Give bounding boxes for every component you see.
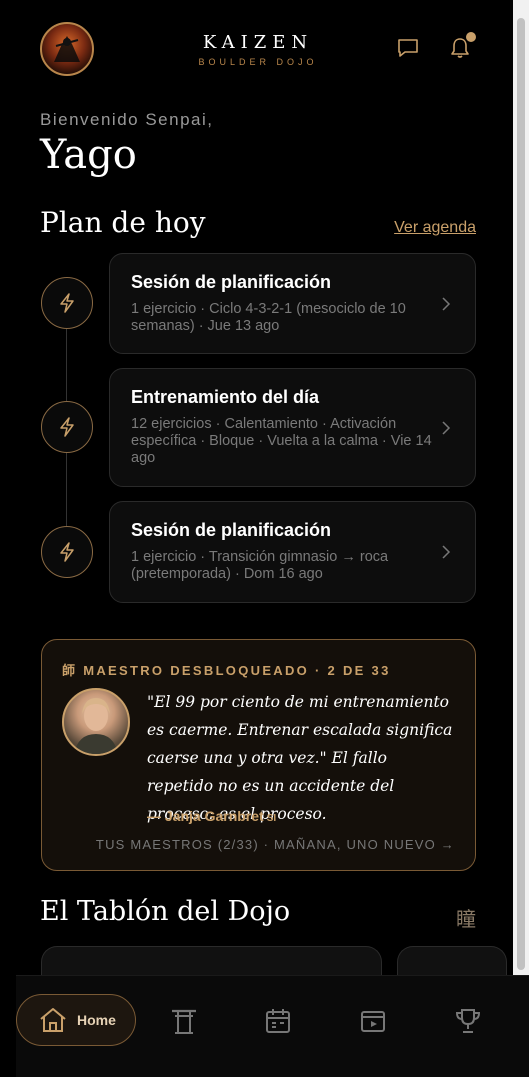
portrait-image [74,698,118,754]
board-title: El Tablón del Dojo [40,896,291,927]
nav-home-label: Home [77,1012,116,1028]
chat-button[interactable] [394,34,422,62]
master-heading: 師 MAESTRO DESBLOQUEADO · 2 DE 33 [62,660,391,679]
nav-calendar[interactable] [263,1006,293,1036]
master-kanji: 師 [62,663,78,678]
brand: KAIZEN BOULDER DOJO [160,32,356,67]
torii-icon [172,1009,196,1034]
master-photo [62,688,130,756]
plan-item-meta: 1 ejercicio · Ciclo 4-3-2-1 (mesociclo d… [131,301,406,334]
trophy-icon [455,1009,481,1033]
chat-icon [398,39,418,57]
user-name: Yago [40,132,137,178]
avatar[interactable] [40,22,94,76]
scrollbar-thumb[interactable] [517,18,525,970]
lightning-icon [60,417,74,437]
calendar-icon [266,1009,290,1033]
agenda-link[interactable]: Ver agenda [394,219,476,237]
plan-item-meta: 1 ejercicio · Transición gimnasio → roca… [131,549,389,582]
nav-videos[interactable] [358,1006,388,1036]
notifications-button[interactable] [446,32,476,62]
nav-home[interactable]: Home [16,994,136,1046]
lightning-icon [60,293,74,313]
timeline-node [41,526,93,578]
master-card[interactable]: 師 MAESTRO DESBLOQUEADO · 2 DE 33 "El 99 … [41,639,476,871]
plan-item-title: Entrenamiento del día [131,387,320,407]
plan-item-title: Sesión de planificación [131,520,332,540]
master-author-badge: SI [266,813,277,824]
board-kanji: 瞳 [456,909,476,931]
notification-dot [466,32,476,42]
video-icon [361,1011,385,1032]
timeline-node [41,401,93,453]
chevron-right-icon [442,420,451,435]
chevron-right-icon [442,545,451,559]
samurai-avatar-icon [54,36,80,62]
master-author: — Janja Garnbret SI [147,808,276,824]
masters-link[interactable]: TUS MAESTROS (2/33) · MAÑANA, UNO NUEVO … [96,837,455,852]
plan-title: Plan de hoy [40,206,206,239]
nav-achievements[interactable] [453,1006,483,1036]
plan-item-card[interactable]: Sesión de planificación 1 ejercicio · Ci… [109,253,476,354]
master-quote: "El 99 por ciento de mi entrenamiento es… [147,693,453,823]
brand-subtitle: BOULDER DOJO [198,57,318,67]
master-author-name: — Janja Garnbret [147,808,264,824]
brand-title: KAIZEN [202,32,314,53]
timeline-node [41,277,93,329]
plan-item-title: Sesión de planificación [131,272,332,292]
chevron-right-icon [442,296,451,311]
master-heading-text: MAESTRO DESBLOQUEADO · 2 DE 33 [83,663,391,678]
lightning-icon [60,542,74,562]
plan-item-card[interactable]: Sesión de planificación 1 ejercicio · Tr… [109,501,476,603]
home-icon [40,1008,66,1032]
plan-item-card[interactable]: Entrenamiento del día 12 ejercicios · Ca… [109,368,476,487]
app-header: KAIZEN BOULDER DOJO [40,22,476,78]
nav-dojo[interactable] [169,1006,199,1036]
bottom-nav: Home [16,975,529,1077]
scrollbar[interactable] [513,0,529,975]
plan-item-meta: 12 ejercicios · Calentamiento · Activaci… [131,416,432,466]
welcome-greeting: Bienvenido Senpai, [40,110,214,129]
